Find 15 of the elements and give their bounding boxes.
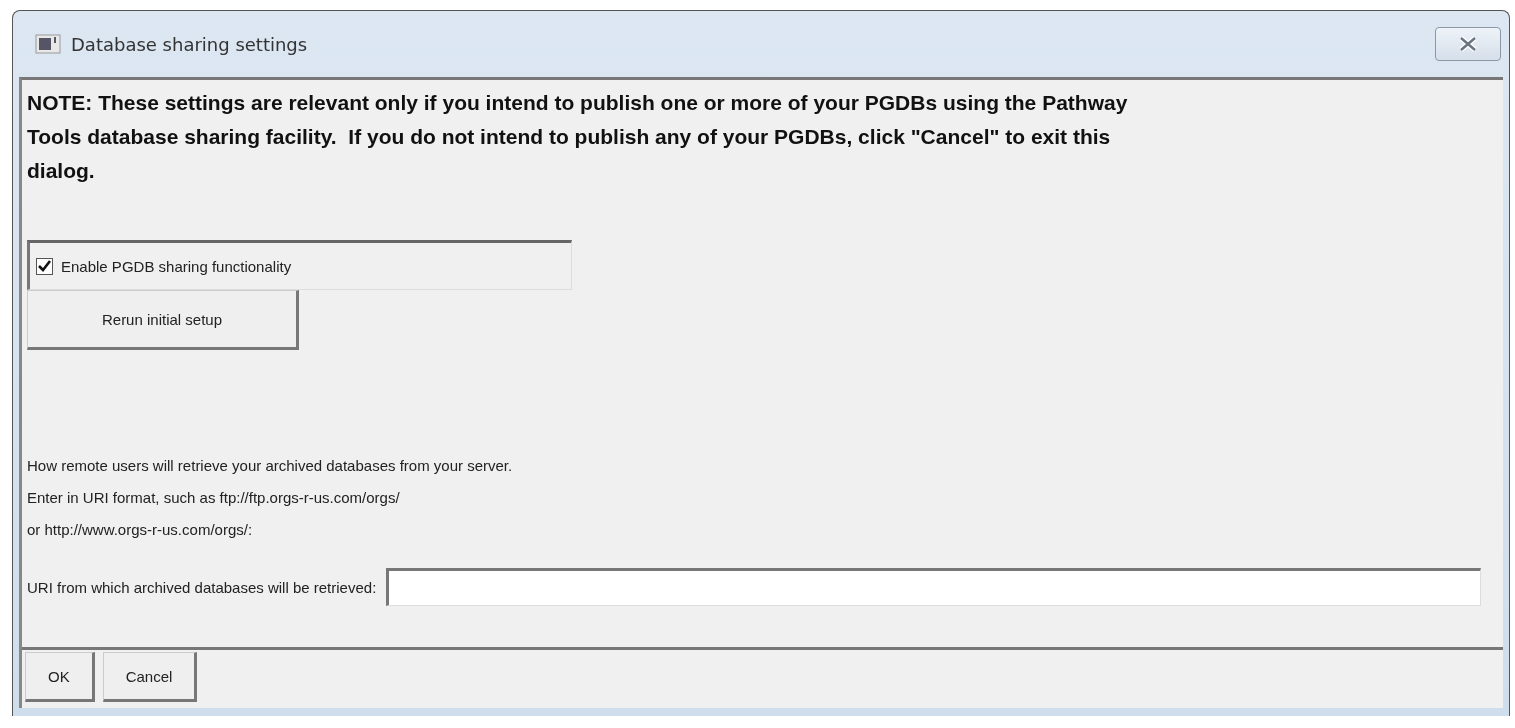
description-text: Enter in URI format, such as ftp://ftp.orgs-r-us.com/orgs/ xyxy=(27,488,401,508)
checkbox-label: Enable PGDB sharing functionality xyxy=(61,257,292,275)
checkbox[interactable] xyxy=(36,257,53,275)
description-text: or http://www.orgs-r-us.com/orgs/: xyxy=(27,520,254,540)
close-button[interactable] xyxy=(1435,27,1501,61)
note-text: NOTE: These settings are relevant only if you intend to publish one or more of your PGDBs using the Pathway Tools database sharing facility. If you do not intend to publish any of your PGDBs, click "Cancel" to exit this dialog. xyxy=(27,90,1129,184)
uri-input-field[interactable] xyxy=(386,568,1481,606)
dialog-button[interactable]: Cancel xyxy=(102,652,198,702)
description-text: How remote users will retrieve your archived databases from your server. xyxy=(27,456,514,476)
window-icon xyxy=(35,34,61,54)
rerun-setup-button[interactable]: Rerun initial setup xyxy=(27,290,299,350)
uri-label: URI from which archived databases will be retrieved: xyxy=(27,578,377,596)
dialog-button[interactable]: OK xyxy=(25,652,95,702)
close-icon xyxy=(1457,36,1479,52)
window-title: Database sharing settings xyxy=(71,33,309,55)
